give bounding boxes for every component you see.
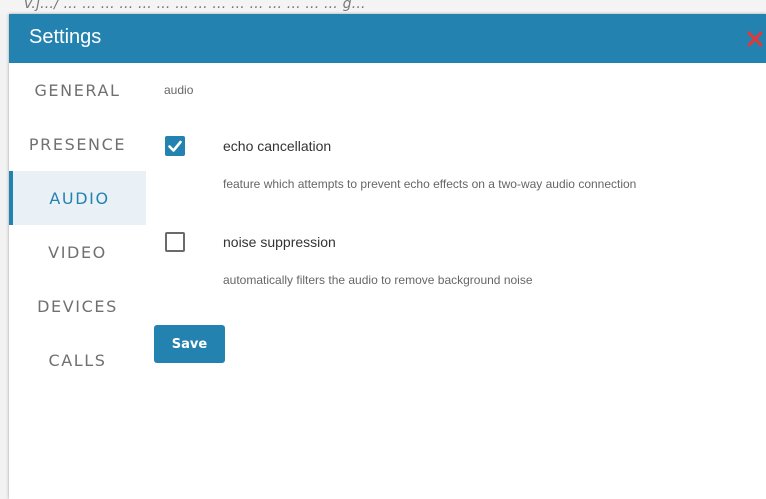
- close-button[interactable]: [744, 26, 766, 50]
- sidebar-item-general[interactable]: GENERAL: [9, 63, 146, 117]
- noise-suppression-description: automatically filters the audio to remov…: [223, 273, 533, 287]
- noise-suppression-checkbox[interactable]: [165, 232, 185, 252]
- background-window-strip: v.j.../ ... ... ... ... ... ... ... ... …: [0, 0, 766, 14]
- checkmark-icon: [168, 140, 182, 152]
- echo-cancellation-description: feature which attempts to prevent echo e…: [223, 177, 637, 191]
- settings-sidebar: GENERAL PRESENCE AUDIO VIDEO DEVICES CAL…: [9, 63, 146, 499]
- echo-cancellation-checkbox[interactable]: [165, 136, 185, 156]
- echo-cancellation-label: echo cancellation: [223, 138, 332, 154]
- sidebar-item-label: AUDIO: [49, 188, 110, 208]
- close-x-icon: [747, 31, 763, 47]
- sidebar-item-devices[interactable]: DEVICES: [9, 279, 146, 333]
- sidebar-item-video[interactable]: VIDEO: [9, 225, 146, 279]
- sidebar-item-label: GENERAL: [34, 80, 121, 100]
- sidebar-item-label: PRESENCE: [28, 134, 127, 154]
- dialog-header: Settings: [9, 14, 766, 63]
- audio-settings-panel: audio echo cancellation feature which at…: [146, 63, 766, 499]
- sidebar-item-calls[interactable]: CALLS: [9, 333, 146, 387]
- sidebar-item-label: VIDEO: [48, 242, 107, 262]
- sidebar-item-label: CALLS: [48, 350, 107, 370]
- save-button[interactable]: Save: [154, 325, 225, 363]
- section-label: audio: [164, 83, 194, 97]
- settings-dialog: Settings GENERAL PRESENCE AUDIO VIDEO DE…: [9, 14, 766, 499]
- sidebar-item-label: DEVICES: [37, 296, 118, 316]
- background-window-text: v.j.../ ... ... ... ... ... ... ... ... …: [24, 0, 366, 12]
- sidebar-item-presence[interactable]: PRESENCE: [9, 117, 146, 171]
- dialog-title: Settings: [29, 26, 102, 48]
- noise-suppression-label: noise suppression: [223, 234, 336, 250]
- sidebar-item-audio[interactable]: AUDIO: [9, 171, 146, 225]
